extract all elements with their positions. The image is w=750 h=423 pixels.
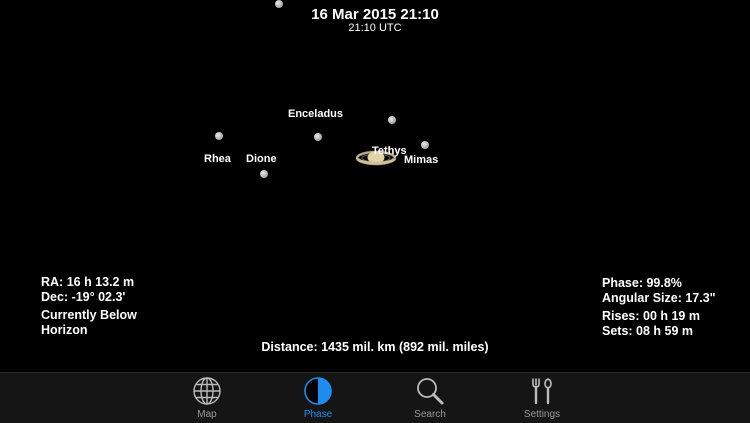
set-time: Sets: 08 h 59 m (602, 324, 694, 338)
magnifier-icon (417, 378, 444, 405)
moon-marker-dione (260, 170, 268, 178)
moon-label-rhea: Rhea (204, 153, 231, 165)
sky-view: 16 Mar 2015 21:10 21:10 UTC Enceladus Te… (0, 0, 750, 372)
moon-label-mimas: Mimas (404, 154, 439, 166)
local-datetime: 16 Mar 2015 21:10 (311, 6, 439, 23)
moon-marker-tethys (388, 116, 396, 124)
moon-marker-top (275, 0, 283, 8)
tab-map[interactable]: Map (157, 373, 257, 423)
tab-phase-label: Phase (303, 409, 333, 420)
tab-settings[interactable]: Settings (492, 373, 592, 423)
utc-time: 21:10 UTC (348, 22, 402, 34)
moon-label-enceladus: Enceladus (288, 108, 344, 120)
phase-value: Phase: 99.8% (602, 276, 682, 290)
moon-marker-rhea (215, 132, 223, 140)
moon-marker-mimas (421, 141, 429, 149)
tab-search[interactable]: Search (380, 373, 480, 423)
tab-settings-label: Settings (523, 409, 561, 420)
position-info: RA: 16 h 13.2 m Dec: -19° 02.3' Currentl… (41, 275, 137, 338)
tools-icon (532, 378, 552, 405)
angular-size: Angular Size: 17.3" (602, 291, 716, 305)
tab-map-label: Map (197, 409, 217, 420)
rise-time: Rises: 00 h 19 m (602, 309, 700, 323)
moon-label-dione: Dione (246, 153, 277, 165)
visibility-status-line2: Horizon (41, 323, 88, 337)
tab-bar: Map Phase Search Settings (0, 372, 750, 423)
phase-icon (304, 377, 332, 405)
phase-info: Phase: 99.8% Angular Size: 17.3" Rises: … (602, 276, 716, 339)
moon-marker-enceladus (314, 133, 322, 141)
visibility-status-line1: Currently Below (41, 308, 137, 322)
tab-search-label: Search (414, 409, 446, 420)
declination: Dec: -19° 02.3' (41, 290, 126, 304)
moon-label-tethys: Tethys (372, 145, 407, 157)
globe-icon (193, 377, 221, 405)
right-ascension: RA: 16 h 13.2 m (41, 275, 135, 289)
distance-readout: Distance: 1435 mil. km (892 mil. miles) (261, 340, 489, 354)
tab-phase[interactable]: Phase (268, 373, 368, 423)
